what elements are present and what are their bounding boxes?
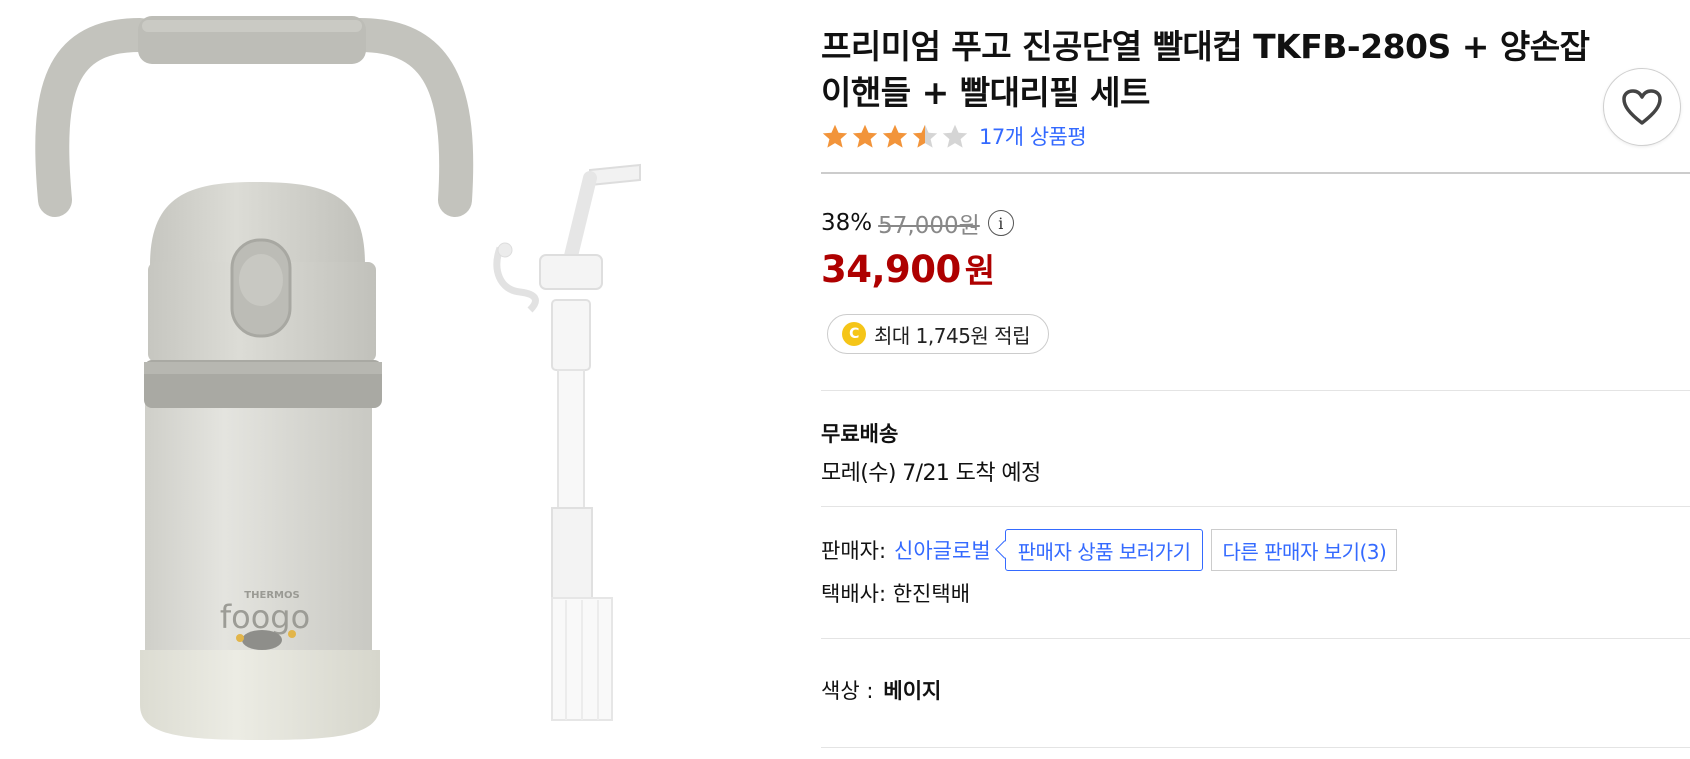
straw-part: [493, 163, 641, 721]
star-icon: [882, 124, 908, 148]
discount-row: 38% 57,000원 i: [821, 206, 1014, 240]
star-icon: [852, 124, 878, 148]
seller-label: 판매자:: [821, 539, 887, 563]
cash-reward-text: 최대 1,745원 적립: [874, 323, 1030, 348]
seller-row: 판매자: 신아글로벌 판매자 상품 보러가기 다른 판매자 보기(3): [821, 527, 1398, 573]
rating-row: 17개 상품평: [821, 120, 1087, 152]
original-price: 57,000원: [878, 213, 980, 239]
other-sellers-button[interactable]: 다른 판매자 보기(3): [1211, 529, 1398, 571]
courier-name: 한진택배: [892, 582, 971, 606]
product-image-svg: THERMOS foogo: [35, 16, 641, 740]
handle-part: [35, 16, 474, 217]
star-icon: [912, 124, 938, 148]
rating-stars: [821, 123, 969, 149]
product-title: 프리미엄 푸고 진공단열 빨대컵 TKFB-280S + 양손잡이핸들 + 빨대…: [821, 27, 1590, 112]
color-option[interactable]: 색상 : 베이지: [821, 675, 941, 705]
color-option-label: 색상 :: [821, 679, 874, 703]
product-info-panel: 프리미엄 푸고 진공단열 빨대컵 TKFB-280S + 양손잡이핸들 + 빨대…: [821, 0, 1690, 759]
delivery-eta: 모레(수) 7/21 도착 예정: [821, 461, 1041, 486]
divider: [821, 172, 1690, 174]
divider: [821, 638, 1690, 639]
sale-price-amount: 34,900: [821, 248, 961, 291]
shipping-label: 무료배송: [821, 422, 899, 446]
info-icon[interactable]: i: [987, 210, 1014, 236]
sale-price-currency: 원: [964, 251, 995, 290]
seller-name-link[interactable]: 신아글로벌: [894, 535, 991, 565]
heart-icon: [1622, 89, 1662, 125]
sale-price: 34,900 원: [821, 244, 995, 292]
discount-rate: 38%: [821, 210, 873, 236]
product-image: THERMOS foogo: [0, 0, 760, 759]
divider: [821, 506, 1690, 507]
star-icon: [822, 124, 848, 148]
courier-row: 택배사: 한진택배: [821, 578, 970, 608]
cash-reward-badge: C 최대 1,745원 적립: [827, 314, 1049, 354]
divider: [821, 747, 1690, 748]
courier-label: 택배사:: [821, 582, 887, 606]
review-count-link[interactable]: 17개 상품평: [979, 121, 1087, 151]
cup-part: THERMOS foogo: [140, 182, 382, 740]
color-option-value: 베이지: [883, 679, 942, 703]
wishlist-button[interactable]: [1603, 68, 1681, 146]
star-icon: [942, 124, 968, 148]
coin-icon: C: [842, 322, 866, 346]
seller-products-button[interactable]: 판매자 상품 보러가기: [1004, 529, 1204, 571]
divider: [821, 390, 1690, 391]
